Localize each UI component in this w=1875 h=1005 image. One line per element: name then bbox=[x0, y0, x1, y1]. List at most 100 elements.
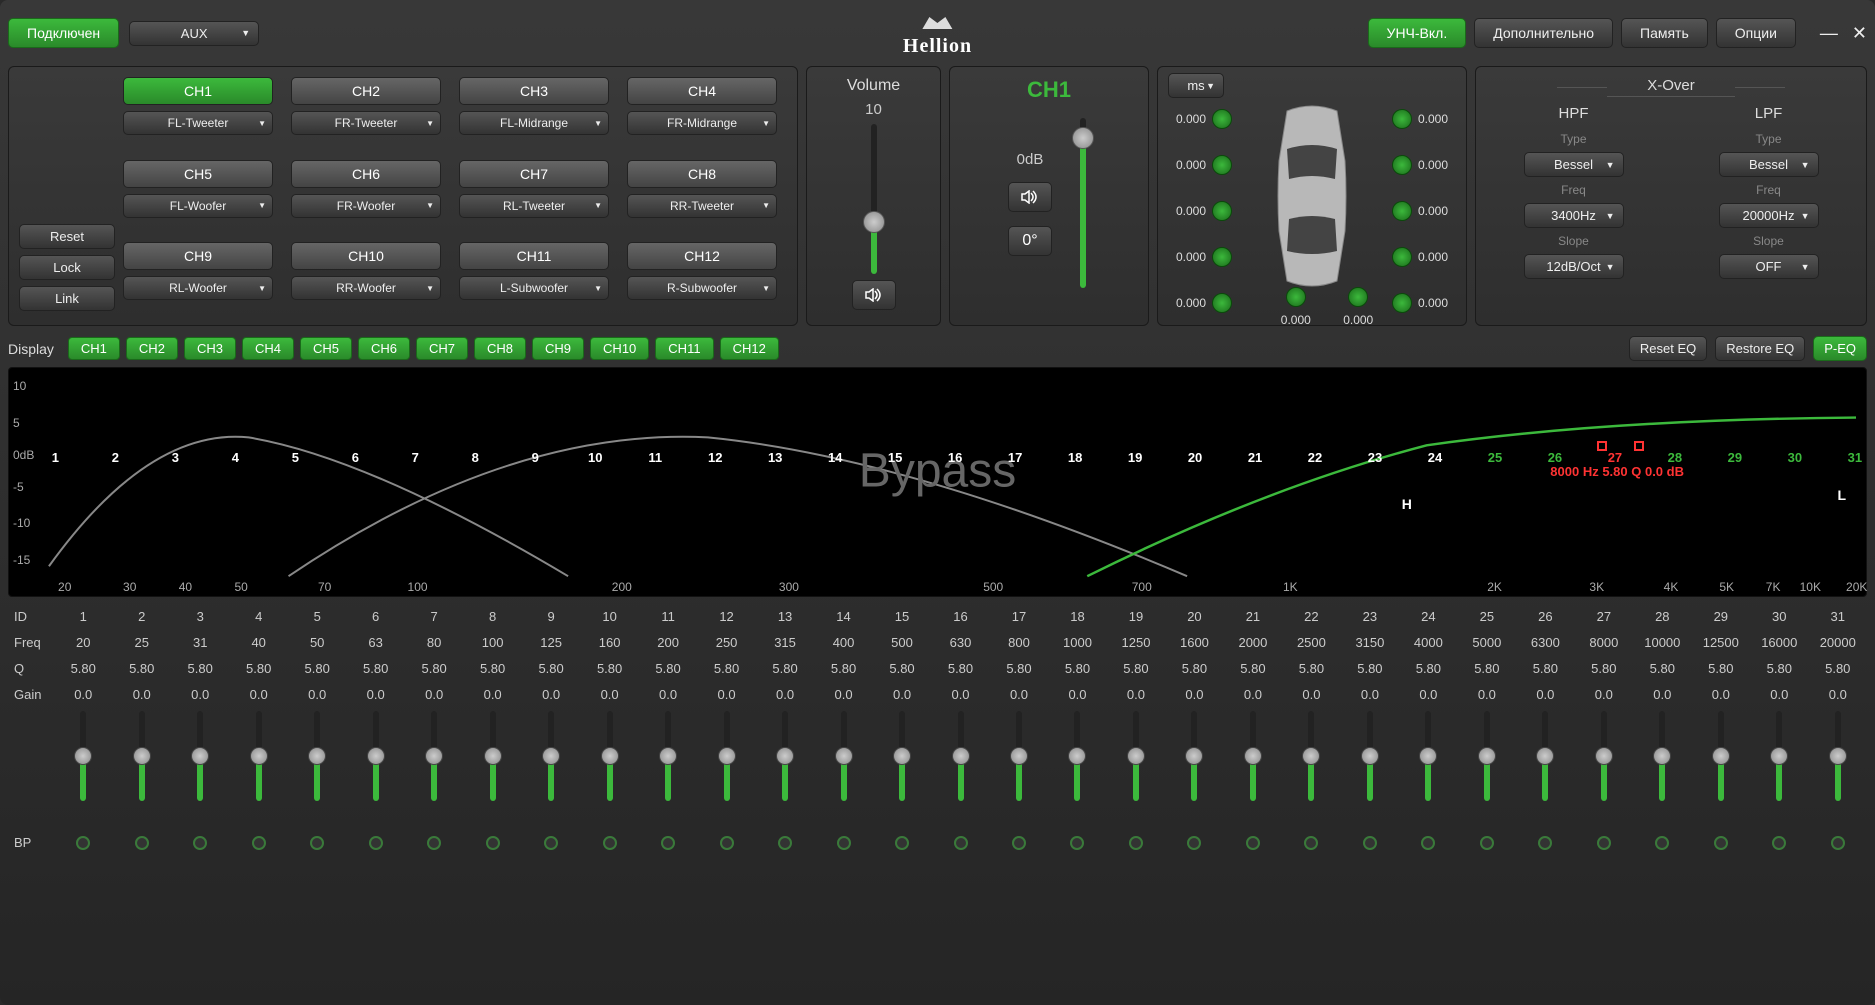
display-chip-ch8[interactable]: CH8 bbox=[474, 337, 526, 360]
speaker-delay-6[interactable]: 0.000 bbox=[1392, 201, 1448, 221]
channel-assign-select-6[interactable]: FR-Woofer bbox=[291, 194, 441, 218]
eq-freq-cell[interactable]: 315 bbox=[756, 635, 814, 650]
eq-freq-cell[interactable]: 12500 bbox=[1692, 635, 1750, 650]
restore-eq-button[interactable]: Restore EQ bbox=[1715, 336, 1805, 361]
eq-q-cell[interactable]: 5.80 bbox=[1399, 661, 1457, 676]
channel-assign-select-1[interactable]: FL-Tweeter bbox=[123, 111, 273, 135]
eq-gain-cell[interactable]: 0.0 bbox=[54, 687, 112, 702]
bp-toggle[interactable] bbox=[76, 836, 90, 850]
eq-gain-cell[interactable]: 0.0 bbox=[756, 687, 814, 702]
eq-gain-slider[interactable] bbox=[1575, 711, 1633, 831]
bp-toggle[interactable] bbox=[1070, 836, 1084, 850]
eq-gain-slider[interactable] bbox=[522, 711, 580, 831]
bp-toggle[interactable] bbox=[1187, 836, 1201, 850]
lock-button[interactable]: Lock bbox=[19, 255, 115, 280]
eq-gain-cell[interactable]: 0.0 bbox=[580, 687, 638, 702]
channel-gain-slider[interactable] bbox=[1076, 118, 1090, 288]
eq-freq-cell[interactable]: 100 bbox=[463, 635, 521, 650]
display-chip-ch9[interactable]: CH9 bbox=[532, 337, 584, 360]
eq-freq-cell[interactable]: 1250 bbox=[1107, 635, 1165, 650]
bp-toggle[interactable] bbox=[720, 836, 734, 850]
eq-gain-slider[interactable] bbox=[54, 711, 112, 831]
eq-freq-cell[interactable]: 6300 bbox=[1516, 635, 1574, 650]
eq-gain-cell[interactable]: 0.0 bbox=[814, 687, 872, 702]
eq-gain-slider[interactable] bbox=[1809, 711, 1867, 831]
eq-q-cell[interactable]: 5.80 bbox=[814, 661, 872, 676]
eq-gain-cell[interactable]: 0.0 bbox=[1282, 687, 1340, 702]
eq-q-cell[interactable]: 5.80 bbox=[580, 661, 638, 676]
speaker-delay-5[interactable]: 0.000 bbox=[1176, 201, 1232, 221]
eq-gain-slider[interactable] bbox=[580, 711, 638, 831]
eq-q-cell[interactable]: 5.80 bbox=[1224, 661, 1282, 676]
eq-gain-cell[interactable]: 0.0 bbox=[1692, 687, 1750, 702]
speaker-delay-12[interactable]: 0.000 bbox=[1343, 287, 1373, 327]
peq-button[interactable]: P-EQ bbox=[1813, 336, 1867, 361]
bp-toggle[interactable] bbox=[1012, 836, 1026, 850]
channel-mute-button[interactable] bbox=[1008, 182, 1052, 212]
eq-gain-cell[interactable]: 0.0 bbox=[1165, 687, 1223, 702]
eq-q-cell[interactable]: 5.80 bbox=[1516, 661, 1574, 676]
lpf-type-select[interactable]: Bessel bbox=[1719, 152, 1819, 177]
bp-toggle[interactable] bbox=[544, 836, 558, 850]
eq-gain-slider[interactable] bbox=[1458, 711, 1516, 831]
eq-q-cell[interactable]: 5.80 bbox=[1750, 661, 1808, 676]
bp-toggle[interactable] bbox=[1597, 836, 1611, 850]
eq-gain-cell[interactable]: 0.0 bbox=[1399, 687, 1457, 702]
eq-gain-slider[interactable] bbox=[288, 711, 346, 831]
channel-button-2[interactable]: CH2 bbox=[291, 77, 441, 105]
bp-toggle[interactable] bbox=[895, 836, 909, 850]
bp-toggle[interactable] bbox=[1714, 836, 1728, 850]
eq-gain-slider[interactable] bbox=[1224, 711, 1282, 831]
eq-q-cell[interactable]: 5.80 bbox=[288, 661, 346, 676]
eq-gain-slider[interactable] bbox=[873, 711, 931, 831]
speaker-delay-11[interactable]: 0.000 bbox=[1281, 287, 1311, 327]
hpf-freq-input[interactable]: 3400Hz bbox=[1524, 203, 1624, 228]
eq-gain-cell[interactable]: 0.0 bbox=[1516, 687, 1574, 702]
speaker-delay-2[interactable]: 0.000 bbox=[1392, 109, 1448, 129]
eq-freq-cell[interactable]: 630 bbox=[931, 635, 989, 650]
speaker-delay-8[interactable]: 0.000 bbox=[1392, 247, 1448, 267]
eq-gain-cell[interactable]: 0.0 bbox=[346, 687, 404, 702]
mute-button[interactable] bbox=[852, 280, 896, 310]
reset-button[interactable]: Reset bbox=[19, 224, 115, 249]
speaker-delay-4[interactable]: 0.000 bbox=[1392, 155, 1448, 175]
bp-toggle[interactable] bbox=[1304, 836, 1318, 850]
eq-gain-slider[interactable] bbox=[405, 711, 463, 831]
channel-button-12[interactable]: CH12 bbox=[627, 242, 777, 270]
eq-freq-cell[interactable]: 500 bbox=[873, 635, 931, 650]
eq-graph[interactable]: Bypass L H 8000 Hz 5.80 Q 0.0 dB 1050dB-… bbox=[8, 367, 1867, 597]
eq-freq-cell[interactable]: 40 bbox=[229, 635, 287, 650]
volume-slider[interactable] bbox=[867, 124, 881, 274]
eq-gain-cell[interactable]: 0.0 bbox=[1048, 687, 1106, 702]
display-chip-ch11[interactable]: CH11 bbox=[655, 337, 713, 360]
eq-q-cell[interactable]: 5.80 bbox=[697, 661, 755, 676]
eq-gain-cell[interactable]: 0.0 bbox=[229, 687, 287, 702]
eq-gain-cell[interactable]: 0.0 bbox=[1107, 687, 1165, 702]
eq-gain-slider[interactable] bbox=[931, 711, 989, 831]
channel-button-1[interactable]: CH1 bbox=[123, 77, 273, 105]
bp-toggle[interactable] bbox=[193, 836, 207, 850]
link-button[interactable]: Link bbox=[19, 286, 115, 311]
eq-gain-cell[interactable]: 0.0 bbox=[112, 687, 170, 702]
eq-freq-cell[interactable]: 63 bbox=[346, 635, 404, 650]
eq-gain-slider[interactable] bbox=[814, 711, 872, 831]
eq-q-cell[interactable]: 5.80 bbox=[639, 661, 697, 676]
bp-toggle[interactable] bbox=[1831, 836, 1845, 850]
eq-freq-cell[interactable]: 2500 bbox=[1282, 635, 1340, 650]
channel-assign-select-10[interactable]: RR-Woofer bbox=[291, 276, 441, 300]
eq-q-cell[interactable]: 5.80 bbox=[1048, 661, 1106, 676]
eq-gain-slider[interactable] bbox=[1282, 711, 1340, 831]
bp-toggle[interactable] bbox=[603, 836, 617, 850]
memory-button[interactable]: Память bbox=[1621, 18, 1708, 48]
bp-toggle[interactable] bbox=[369, 836, 383, 850]
channel-assign-select-2[interactable]: FR-Tweeter bbox=[291, 111, 441, 135]
eq-gain-slider[interactable] bbox=[229, 711, 287, 831]
eq-q-cell[interactable]: 5.80 bbox=[112, 661, 170, 676]
eq-gain-cell[interactable]: 0.0 bbox=[1575, 687, 1633, 702]
eq-gain-slider[interactable] bbox=[112, 711, 170, 831]
eq-freq-cell[interactable]: 31 bbox=[171, 635, 229, 650]
bp-toggle[interactable] bbox=[1655, 836, 1669, 850]
display-chip-ch7[interactable]: CH7 bbox=[416, 337, 468, 360]
phase-button[interactable]: 0° bbox=[1008, 226, 1052, 256]
channel-button-10[interactable]: CH10 bbox=[291, 242, 441, 270]
